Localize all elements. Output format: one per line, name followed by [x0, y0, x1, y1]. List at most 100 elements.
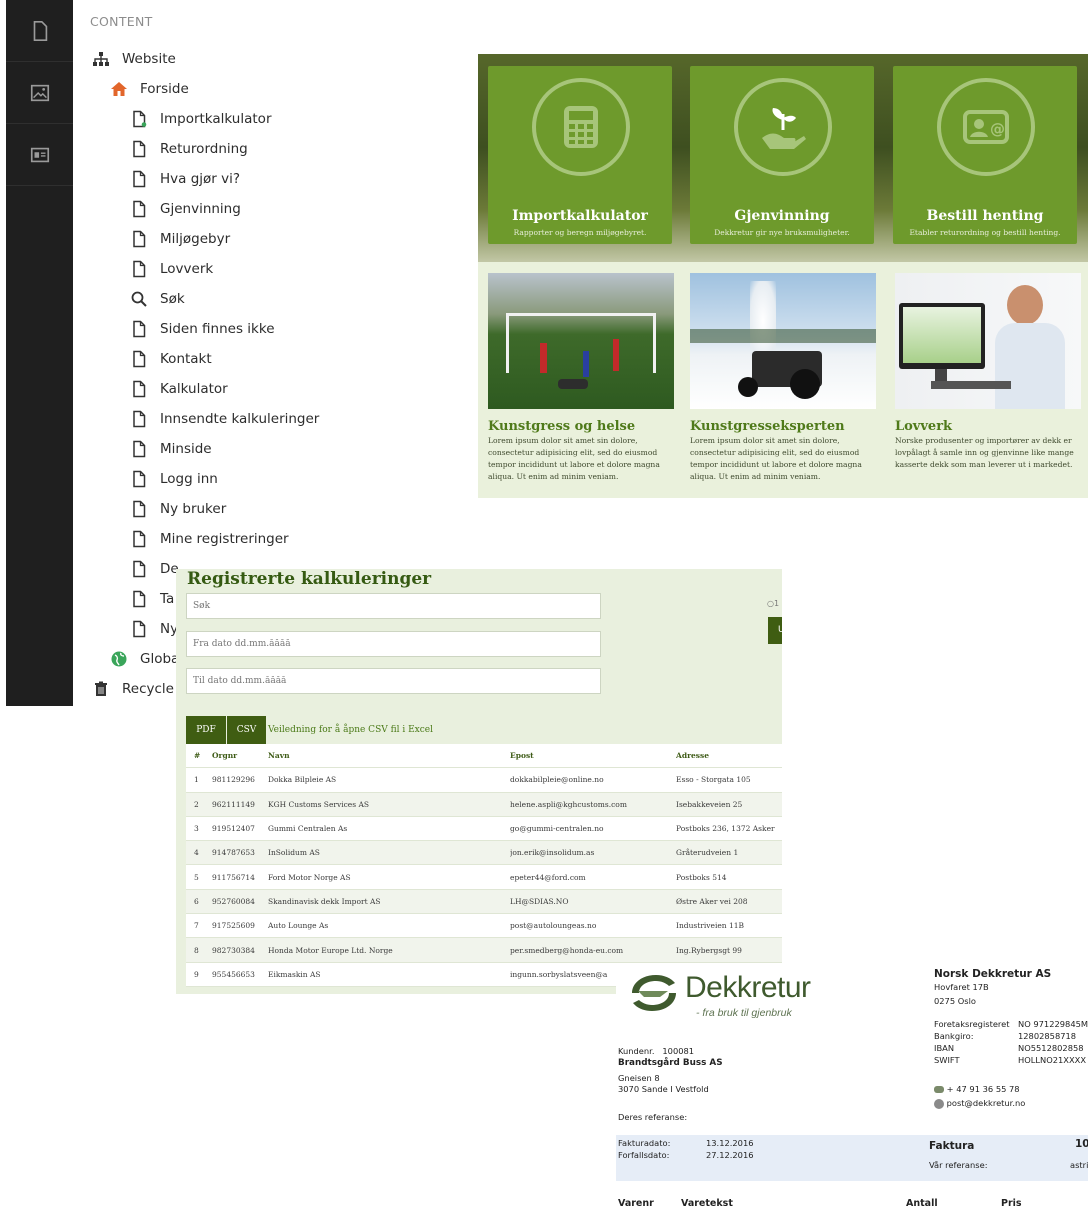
swift-label: SWIFT: [934, 1055, 960, 1065]
from-date-input[interactable]: [186, 631, 601, 657]
update-button[interactable]: U: [768, 617, 782, 644]
content-section-button[interactable]: [6, 0, 73, 62]
page-icon: [130, 500, 148, 518]
radio-option[interactable]: ○1: [767, 599, 779, 608]
pdf-button[interactable]: PDF: [186, 716, 226, 744]
page-icon: [130, 260, 148, 278]
csv-button[interactable]: CSV: [227, 716, 266, 744]
document-icon: [33, 20, 47, 41]
svg-text:@: @: [990, 120, 1005, 138]
column-header[interactable]: Orgnr: [212, 751, 268, 760]
card-text: Lorem ipsum dolor sit amet sin dolore, c…: [690, 436, 862, 481]
table-row[interactable]: 8 982730384 Honda Motor Europe Ltd. Norge p…: [186, 938, 782, 963]
tree-node[interactable]: Innsendte kalkuleringer: [90, 404, 500, 434]
company-name: Norsk Dekkretur AS: [934, 968, 1052, 980]
csv-help-link[interactable]: Veiledning for å åpne CSV fil i Excel: [268, 716, 433, 744]
tree-node-label: Kalkulator: [160, 381, 228, 397]
table-row[interactable]: 5 911756714 Ford Motor Norge AS epeter44@fo…: [186, 865, 782, 890]
page-icon: [130, 590, 148, 608]
content-section-header: CONTENT: [90, 14, 153, 29]
column-header[interactable]: Epost: [510, 751, 676, 760]
tree-node[interactable]: Søk: [90, 284, 500, 314]
card-kunstgresseksperten[interactable]: Kunstgresseksperten Lorem ipsum dolor si…: [690, 273, 880, 483]
card-text: Lorem ipsum dolor sit amet sin dolore, c…: [488, 436, 660, 481]
card-title: Lovverk: [895, 419, 953, 434]
tree-node[interactable]: Importkalkulator: [90, 104, 500, 134]
sitemap-icon: [92, 50, 110, 68]
row-number-cell: 7: [194, 921, 199, 931]
company-name-cell: Eikmaskin AS: [268, 969, 321, 979]
to-date-input[interactable]: [186, 668, 601, 694]
tile-title: Bestill henting: [926, 208, 1044, 224]
row-number-cell: 3: [194, 824, 199, 834]
table-row[interactable]: 4 914787653 InSolidum AS jon.erik@insolidum…: [186, 841, 782, 866]
tree-node-label: Globa: [140, 651, 180, 667]
at-icon: [934, 1098, 944, 1109]
tree-node[interactable]: Lovverk: [90, 254, 500, 284]
table-row[interactable]: 2 962111149 KGH Customs Services AS helene.…: [186, 792, 782, 817]
card-lovverk[interactable]: Lovverk Norske produsenter og importører…: [895, 273, 1085, 471]
customer-number: Kundenr. 100081: [618, 1046, 695, 1056]
table-row[interactable]: 1 981129296 Dokka Bilpleie AS dokkabilpleie…: [186, 768, 782, 793]
office-photo: [895, 273, 1081, 409]
tree-node[interactable]: Miljøgebyr: [90, 224, 500, 254]
column-item-text: Varetekst: [681, 1198, 733, 1209]
tree-node-label: Logg inn: [160, 471, 218, 487]
tree-node[interactable]: Website: [90, 44, 500, 74]
tree-node[interactable]: Ny bruker: [90, 494, 500, 524]
tree-node[interactable]: Minside: [90, 434, 500, 464]
tree-node-label: Mine registreringer: [160, 531, 289, 547]
org-value: NO 971229845M: [1018, 1019, 1088, 1029]
tree-node[interactable]: Returordning: [90, 134, 500, 164]
tree-node[interactable]: Logg inn: [90, 464, 500, 494]
tree-node[interactable]: Hva gjør vi?: [90, 164, 500, 194]
tile-importkalkulator[interactable]: Importkalkulator Rapporter og beregn mil…: [488, 66, 672, 244]
customer-street: Gneisen 8: [618, 1073, 660, 1083]
org-number-cell: 914787653: [212, 848, 255, 858]
tile-title: Gjenvinning: [734, 208, 830, 224]
tree-node[interactable]: Mine registreringer: [90, 524, 500, 554]
address-cell: Isebakkeveien 25: [676, 799, 743, 809]
tree-node[interactable]: Kalkulator: [90, 374, 500, 404]
company-name-cell: Ford Motor Norge AS: [268, 872, 351, 882]
table-row[interactable]: 7 917525609 Auto Lounge As post@autoloungea…: [186, 914, 782, 939]
column-price: Pris: [1001, 1198, 1022, 1209]
tree-node-label: Ny bruker: [160, 501, 227, 517]
table-row[interactable]: 3 919512407 Gummi Centralen As go@gummi-cen…: [186, 816, 782, 842]
tile-gjenvinning[interactable]: Gjenvinning Dekkretur gir nye bruksmulig…: [690, 66, 874, 244]
tree-node[interactable]: Kontakt: [90, 344, 500, 374]
recycle-tire-icon: [632, 975, 676, 1011]
hero-banner: Importkalkulator Rapporter og beregn mil…: [478, 54, 1088, 262]
tree-node[interactable]: Gjenvinning: [90, 194, 500, 224]
row-number-cell: 9: [194, 969, 199, 979]
tree-node-label: Gjenvinning: [160, 201, 241, 217]
members-section-button[interactable]: [6, 124, 73, 186]
page-icon: [130, 530, 148, 548]
card-kunstgress-og-helse[interactable]: Kunstgress og helse Lorem ipsum dolor si…: [488, 273, 678, 483]
column-header[interactable]: Navn: [268, 751, 510, 760]
column-item-number: Varenr: [618, 1198, 654, 1209]
tree-node[interactable]: Forside: [90, 74, 500, 104]
tile-bestill-henting[interactable]: @ Bestill henting Etabler returordning o…: [893, 66, 1077, 244]
tree-node-label: Miljøgebyr: [160, 231, 231, 247]
tree-node[interactable]: Siden finnes ikke: [90, 314, 500, 344]
page-icon: [130, 410, 148, 428]
page-icon: [130, 380, 148, 398]
media-section-button[interactable]: [6, 62, 73, 124]
row-number-cell: 6: [194, 896, 199, 906]
search-input[interactable]: [186, 593, 601, 619]
address-cell: Esso - Storgata 105: [676, 775, 751, 785]
page-icon: [130, 140, 148, 158]
company-name-cell: KGH Customs Services AS: [268, 799, 370, 809]
table-row[interactable]: 6 952760084 Skandinavisk dekk Import AS LH@…: [186, 889, 782, 915]
tree-node-label: Kontakt: [160, 351, 212, 367]
bank-label: Bankgiro:: [934, 1031, 974, 1041]
address-cell: Postboks 514: [676, 872, 727, 882]
address-cell: Ing.Rybergsgt 99: [676, 945, 742, 955]
column-header[interactable]: #: [186, 751, 212, 760]
tile-subtitle: Dekkretur gir nye bruksmuligheter.: [714, 228, 850, 237]
tree-node-label: Website: [122, 51, 176, 67]
column-header[interactable]: Adresse: [676, 751, 782, 760]
iban-value: NO5512802858: [1018, 1043, 1084, 1053]
phone-row: + 47 91 36 55 78: [934, 1084, 1020, 1095]
